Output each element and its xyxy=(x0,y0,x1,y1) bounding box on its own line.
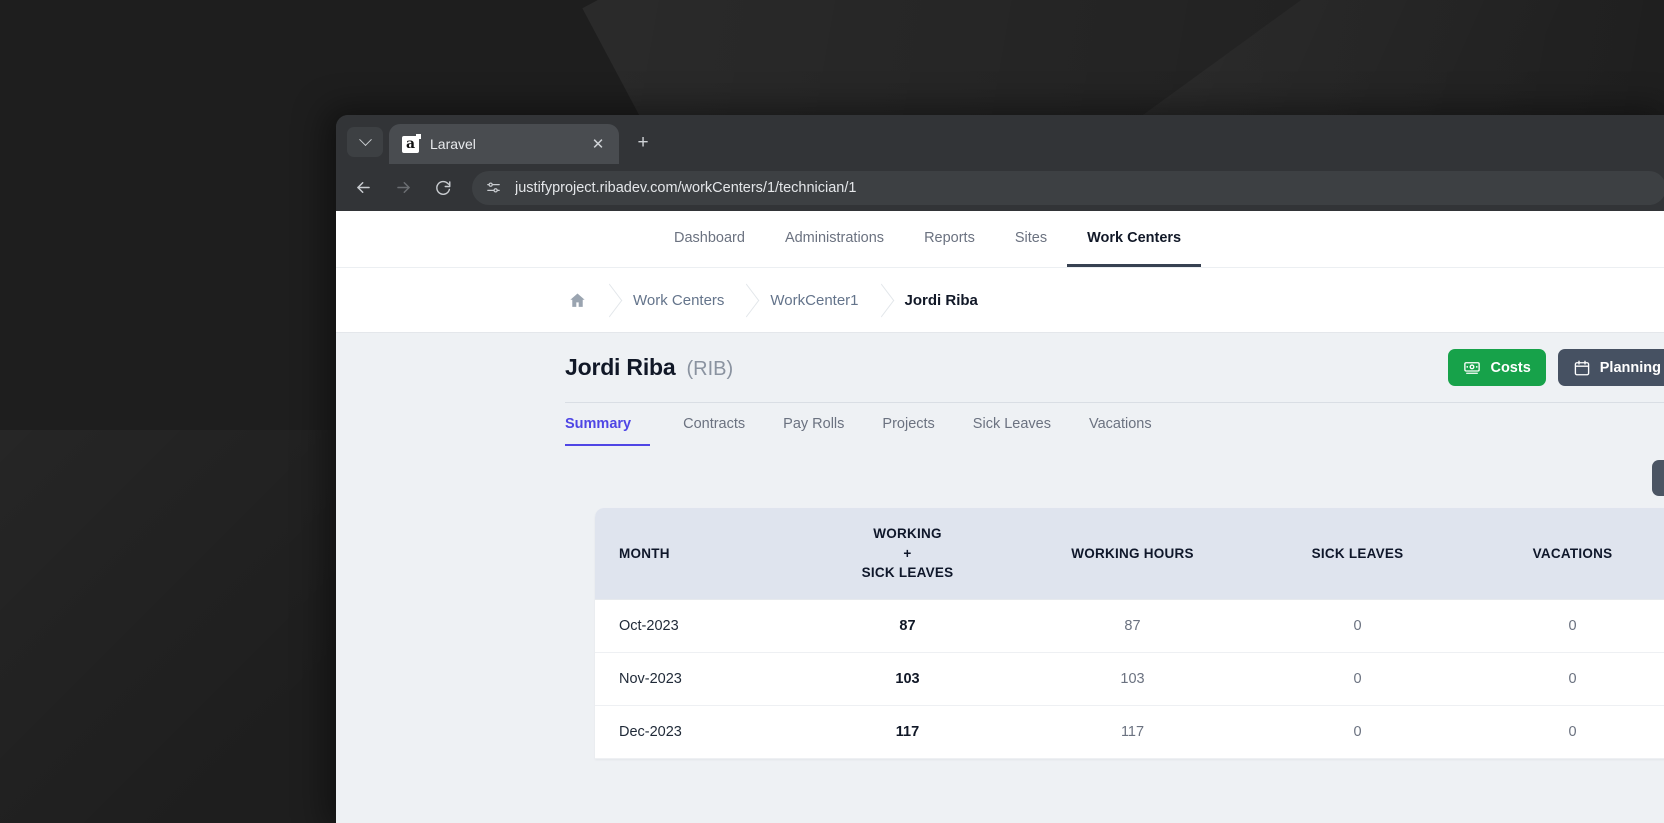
page-viewport: Dashboard Administrations Reports Sites … xyxy=(336,211,1664,823)
calendar-icon xyxy=(1574,360,1590,375)
nav-item-sites[interactable]: Sites xyxy=(995,211,1067,267)
nav-item-reports[interactable]: Reports xyxy=(904,211,995,267)
browser-toolbar: justifyproject.ribadev.com/workCenters/1… xyxy=(336,164,1664,211)
cell-month: Nov-2023 xyxy=(595,652,800,706)
breadcrumb-separator xyxy=(859,283,905,317)
browser-tab[interactable]: a Laravel ✕ xyxy=(389,124,619,164)
tab-list-button[interactable] xyxy=(347,127,383,157)
tab-pay-rolls[interactable]: Pay Rolls xyxy=(764,403,863,446)
back-button[interactable] xyxy=(346,171,380,205)
browser-window: a Laravel ✕ + justifyproject.ribadev.com… xyxy=(336,115,1664,823)
column-header-sick-leaves: SICK LEAVES xyxy=(1311,545,1404,561)
table-header: MONTH WORKING + SICK LEAVES WORKING HOUR… xyxy=(595,508,1664,600)
column-header-working-plus-sick-leaves: WORKING + SICK LEAVES xyxy=(800,508,1015,599)
reload-button[interactable] xyxy=(426,171,460,205)
cell-working-hours: 103 xyxy=(1015,652,1250,706)
reload-icon xyxy=(436,180,451,195)
column-header-working-hours: WORKING HOURS xyxy=(1071,545,1194,561)
planning-button[interactable]: Planning xyxy=(1557,349,1664,386)
table-row[interactable]: Oct-2023 87 87 0 0 xyxy=(595,598,1664,653)
cell-working-plus-sick: 117 xyxy=(800,705,1015,759)
breadcrumb-separator xyxy=(724,283,770,317)
breadcrumb-item-current: Jordi Riba xyxy=(904,291,978,309)
nav-item-work-centers[interactable]: Work Centers xyxy=(1067,211,1202,267)
new-tab-button[interactable]: + xyxy=(628,128,658,158)
chevron-down-icon xyxy=(358,132,372,146)
nav-item-administrations[interactable]: Administrations xyxy=(765,211,904,267)
home-icon[interactable] xyxy=(568,291,587,310)
cell-working-hours: 87 xyxy=(1015,598,1250,653)
close-icon[interactable]: ✕ xyxy=(587,133,609,155)
browser-tab-strip: a Laravel ✕ + xyxy=(336,115,1664,164)
banknote-icon xyxy=(1464,361,1481,374)
column-header-line-2: + xyxy=(903,545,912,561)
cell-month: Oct-2023 xyxy=(595,598,800,653)
page-title: Jordi Riba xyxy=(565,354,676,380)
column-header-vacations: VACATIONS xyxy=(1532,545,1613,561)
tab-sick-leaves[interactable]: Sick Leaves xyxy=(954,403,1070,446)
table-header-row: MONTH WORKING + SICK LEAVES WORKING HOUR… xyxy=(595,508,1664,600)
summary-table: MONTH WORKING + SICK LEAVES WORKING HOUR… xyxy=(595,508,1664,759)
arrow-left-icon xyxy=(356,181,370,194)
costs-button-label: Costs xyxy=(1490,359,1531,376)
breadcrumb-item-workcenter1[interactable]: WorkCenter1 xyxy=(770,292,858,309)
detail-tabs: Summary Contracts Pay Rolls Projects Sic… xyxy=(565,402,1664,446)
cell-sick-leaves: 0 xyxy=(1250,598,1465,653)
cell-working-plus-sick: 103 xyxy=(800,652,1015,706)
cell-sick-leaves: 0 xyxy=(1250,652,1465,706)
forward-button[interactable] xyxy=(386,171,420,205)
table-row[interactable]: Nov-2023 103 103 0 0 xyxy=(595,652,1664,706)
tab-vacations[interactable]: Vacations xyxy=(1070,403,1171,446)
table-toolbar xyxy=(565,446,1664,508)
laravel-favicon-icon: a xyxy=(402,133,421,153)
nav-item-dashboard[interactable]: Dashboard xyxy=(654,211,765,267)
cell-vacations: 0 xyxy=(1465,705,1664,759)
download-button[interactable] xyxy=(1652,460,1664,496)
tab-summary[interactable]: Summary xyxy=(565,403,651,446)
summary-table-card: MONTH WORKING + SICK LEAVES WORKING HOUR… xyxy=(595,508,1664,759)
page-content: Jordi Riba (RIB) Costs Planning Summary … xyxy=(336,333,1664,759)
breadcrumb-separator xyxy=(587,283,633,317)
cell-month: Dec-2023 xyxy=(595,705,800,759)
breadcrumb: Work Centers WorkCenter1 Jordi Riba xyxy=(336,267,1664,333)
desktop-background: a Laravel ✕ + justifyproject.ribadev.com… xyxy=(0,0,1664,823)
site-settings-icon[interactable] xyxy=(485,179,502,196)
column-header-month: MONTH xyxy=(619,545,670,561)
browser-tab-title: Laravel xyxy=(430,136,476,152)
page-header-actions: Costs Planning xyxy=(1448,349,1664,386)
address-bar[interactable]: justifyproject.ribadev.com/workCenters/1… xyxy=(472,170,1664,205)
cell-vacations: 0 xyxy=(1465,598,1664,653)
cell-working-plus-sick: 87 xyxy=(800,598,1015,653)
planning-button-label: Planning xyxy=(1599,359,1661,376)
cell-working-hours: 117 xyxy=(1015,705,1250,759)
column-header-line-3: SICK LEAVES xyxy=(861,565,954,581)
arrow-right-icon xyxy=(396,181,410,194)
cell-vacations: 0 xyxy=(1465,652,1664,706)
tab-projects[interactable]: Projects xyxy=(863,403,953,446)
address-bar-url: justifyproject.ribadev.com/workCenters/1… xyxy=(515,179,857,196)
tab-contracts[interactable]: Contracts xyxy=(664,403,764,446)
breadcrumb-item-work-centers[interactable]: Work Centers xyxy=(633,292,724,309)
table-body: Oct-2023 87 87 0 0 Nov-2023 103 103 0 0 … xyxy=(595,598,1664,759)
page-header: Jordi Riba (RIB) Costs Planning xyxy=(565,333,1664,402)
main-navigation: Dashboard Administrations Reports Sites … xyxy=(336,211,1664,267)
page-title-code: (RIB) xyxy=(686,358,734,380)
column-header-line-1: WORKING xyxy=(873,526,942,541)
table-row[interactable]: Dec-2023 117 117 0 0 xyxy=(595,705,1664,759)
cell-sick-leaves: 0 xyxy=(1250,705,1465,759)
costs-button[interactable]: Costs xyxy=(1448,349,1546,386)
